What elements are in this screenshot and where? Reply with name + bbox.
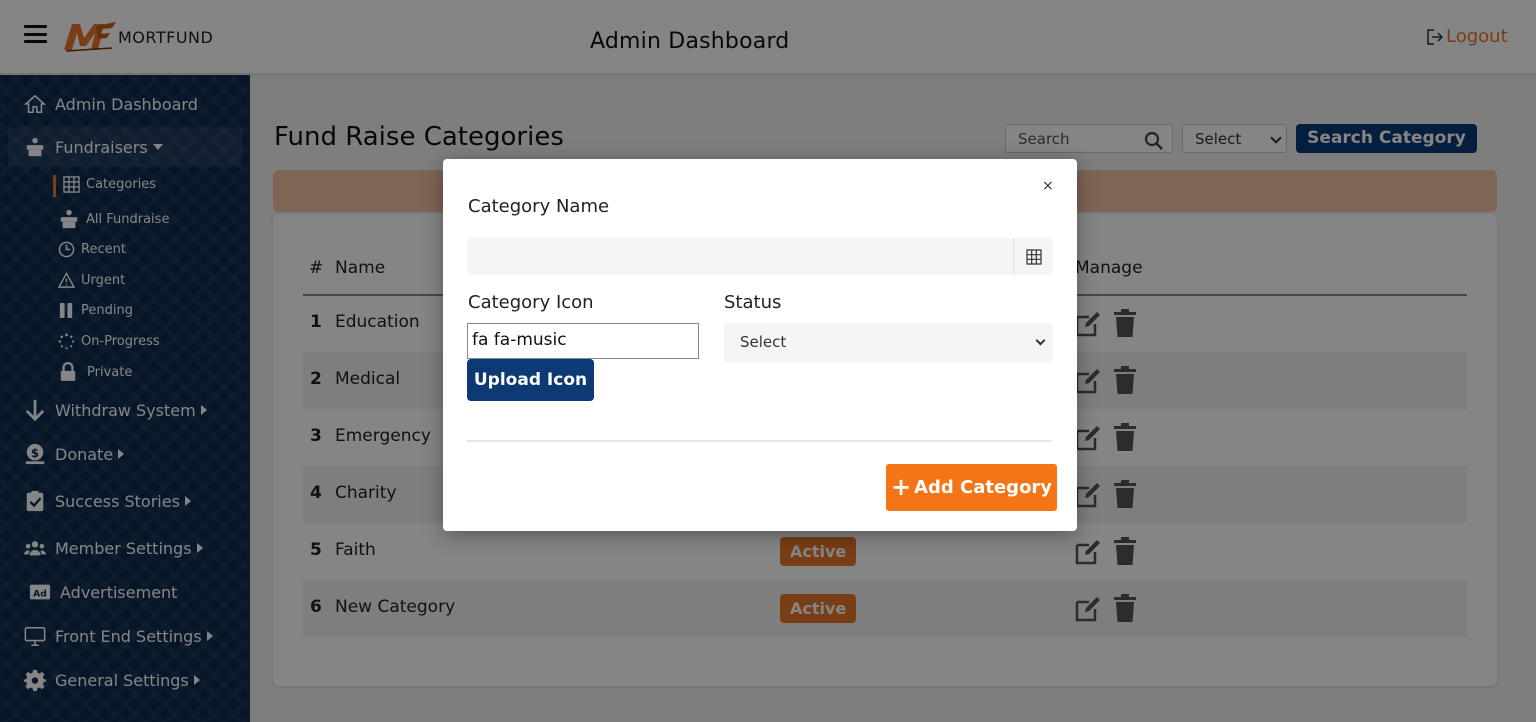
add-category-button[interactable]: + Add Category	[886, 464, 1057, 511]
plus-icon: +	[890, 473, 912, 501]
category-icon-input[interactable]: fa fa-music	[467, 323, 699, 359]
status-label: Status	[724, 292, 782, 313]
category-name-input[interactable]	[467, 238, 1053, 275]
close-icon[interactable]: ×	[1042, 178, 1054, 194]
modal-divider	[467, 440, 1052, 442]
upload-icon-button[interactable]: Upload Icon	[467, 359, 594, 401]
add-category-modal: × Category Name Category Icon Status fa …	[443, 159, 1077, 531]
category-icon-label: Category Icon	[468, 292, 594, 313]
status-select-value: Select	[740, 333, 787, 351]
icon-picker-button[interactable]	[1013, 238, 1053, 275]
status-select[interactable]: Select	[724, 323, 1053, 362]
category-name-label: Category Name	[468, 196, 610, 217]
table-icon	[1025, 248, 1042, 265]
chevron-down-icon	[1035, 335, 1046, 346]
add-category-label: Add Category	[914, 477, 1053, 498]
